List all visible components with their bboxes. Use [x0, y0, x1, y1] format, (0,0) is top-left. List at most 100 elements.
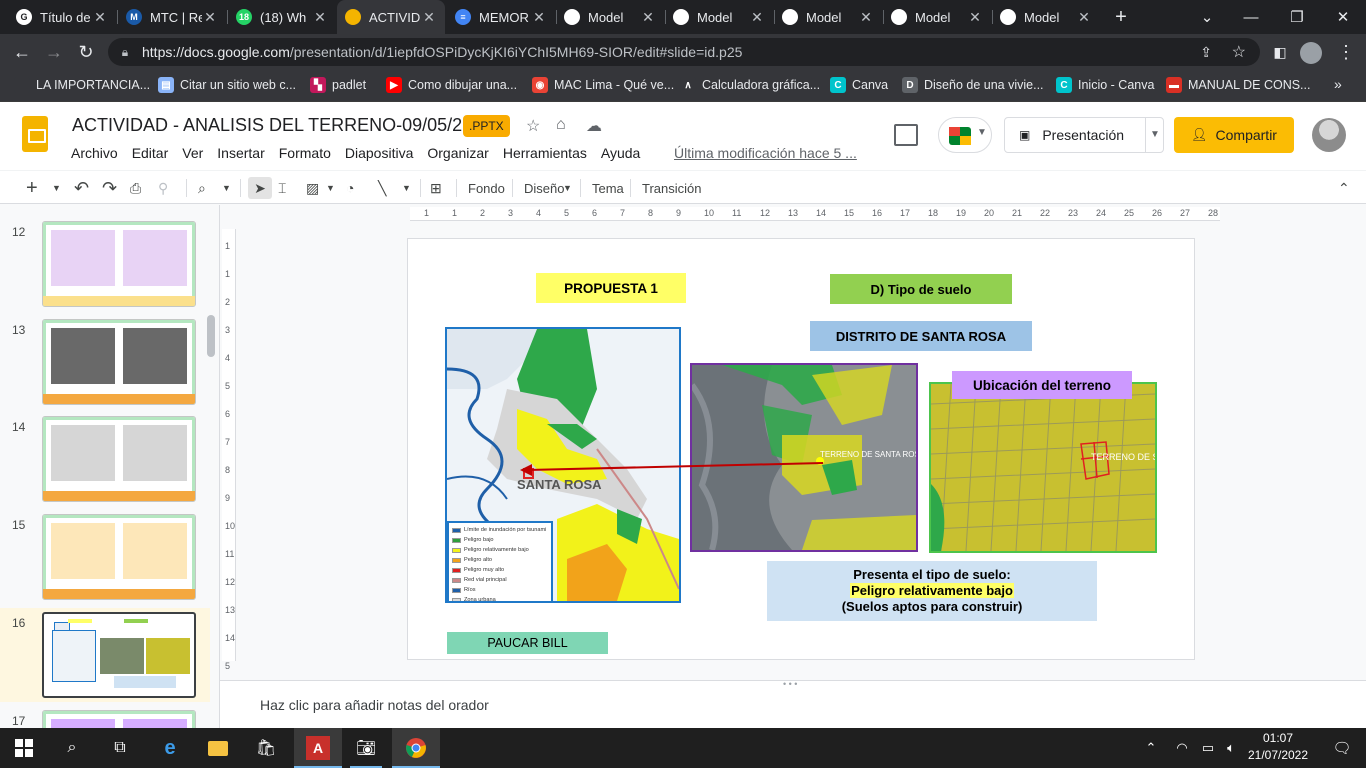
transition-button[interactable]: Transición	[642, 177, 701, 199]
background-button[interactable]: Fondo	[468, 177, 505, 199]
text-box-icon[interactable]: ⌶	[278, 177, 286, 199]
new-tab-button[interactable]: +	[1108, 4, 1134, 30]
slide-thumbnail[interactable]	[42, 416, 196, 502]
bookmark-item[interactable]: ∧ Calculadora gráfica...	[680, 70, 820, 100]
slide-thumbnail-row[interactable]: 12	[0, 217, 210, 311]
menu-item[interactable]: Organizar	[420, 142, 495, 164]
network-icon[interactable]: ◠	[1170, 728, 1194, 768]
theme-button[interactable]: Tema	[592, 177, 624, 199]
slide-thumbnail[interactable]	[42, 612, 196, 698]
move-icon[interactable]: ⌂	[556, 116, 566, 134]
menu-item[interactable]: Insertar	[210, 142, 271, 164]
present-button[interactable]: ▣ Presentación ▼	[1004, 117, 1164, 153]
tray-chevron-icon[interactable]: ⌃	[1136, 728, 1166, 768]
filmstrip-scrollbar[interactable]	[207, 315, 215, 357]
browser-tab[interactable]: Model ✕	[774, 0, 882, 34]
taskbar-clock[interactable]: 01:07 21/07/2022	[1240, 730, 1316, 766]
forward-icon[interactable]: →	[42, 40, 66, 64]
bookmark-item[interactable]: ◉ MAC Lima - Qué ve...	[532, 70, 674, 100]
share-button[interactable]: 👤︎ Compartir	[1174, 117, 1294, 153]
tab-close-icon[interactable]: ✕	[202, 9, 218, 26]
line-dropdown-icon[interactable]: ▼	[402, 177, 411, 199]
bookmark-item[interactable]: C Inicio - Canva	[1056, 70, 1154, 100]
propuesta-label[interactable]: PROPUESTA 1	[536, 273, 686, 303]
tab-close-icon[interactable]: ✕	[92, 9, 108, 26]
maximize-button[interactable]: ❐	[1274, 0, 1320, 34]
new-slide-dropdown-icon[interactable]: ▼	[52, 177, 61, 199]
menu-item[interactable]: Ayuda	[594, 142, 647, 164]
autocad-icon[interactable]: A	[294, 728, 342, 768]
browser-tab[interactable]: ≡ MEMOR ✕	[447, 0, 555, 34]
browser-tab[interactable]: G Título de ✕	[8, 0, 116, 34]
star-icon[interactable]: ☆	[526, 116, 540, 136]
browser-tab[interactable]: Model ✕	[665, 0, 773, 34]
cloud-status-icon[interactable]: ☁	[586, 116, 602, 136]
zoom-icon[interactable]: ⌕	[198, 177, 206, 199]
zoom-dropdown-icon[interactable]: ▼	[222, 177, 231, 199]
layout-dropdown-icon[interactable]: ▼	[563, 177, 572, 199]
bookmark-item[interactable]: C Canva	[830, 70, 888, 100]
slide-thumbnail-row[interactable]: 13	[0, 315, 210, 409]
shape-icon[interactable]: ◔	[346, 177, 354, 199]
slide-thumbnail-row[interactable]: 15	[0, 510, 210, 604]
bookmark-item[interactable]: ▶ Como dibujar una...	[386, 70, 517, 100]
document-title[interactable]: ACTIVIDAD - ANALISIS DEL TERRENO-09/05/2…	[72, 115, 472, 136]
tab-close-icon[interactable]: ✕	[531, 9, 547, 26]
ubicacion-image[interactable]: TERRENO DE S	[929, 382, 1157, 553]
tab-close-icon[interactable]: ✕	[312, 9, 328, 26]
tab-close-icon[interactable]: ✕	[640, 9, 656, 26]
browser-tab[interactable]: Model ✕	[992, 0, 1100, 34]
bookmark-item[interactable]: ▬ MANUAL DE CONS...	[1166, 70, 1310, 100]
paint-format-icon[interactable]: ⚲	[158, 177, 168, 199]
tab-close-icon[interactable]: ✕	[858, 9, 874, 26]
collapse-toolbar-icon[interactable]: ⌃	[1338, 177, 1350, 199]
bookmarks-overflow-icon[interactable]: »	[1334, 76, 1342, 92]
line-icon[interactable]: ╲	[378, 177, 386, 199]
speaker-notes[interactable]: • • • Haz clic para añadir notas del ora…	[220, 679, 1366, 728]
insert-comment-icon[interactable]: ⊞	[430, 177, 442, 199]
tab-close-icon[interactable]: ✕	[749, 9, 765, 26]
store-icon[interactable]: 🛍︎	[242, 728, 290, 768]
browser-tab[interactable]: Model ✕	[883, 0, 991, 34]
browser-tab[interactable]: M MTC | Re ✕	[118, 0, 226, 34]
browser-tab[interactable]: ACTIVID ✕	[337, 0, 445, 34]
browser-menu-icon[interactable]: ⋮	[1334, 40, 1358, 64]
undo-icon[interactable]: ↶	[74, 177, 89, 199]
new-slide-icon[interactable]: +	[26, 177, 38, 199]
slide-thumbnail-row[interactable]: 17	[0, 706, 210, 728]
notifications-icon[interactable]: 🗨︎	[1318, 728, 1366, 768]
tab-close-icon[interactable]: ✕	[1076, 9, 1092, 26]
chrome-icon[interactable]	[392, 728, 440, 768]
slides-logo-icon[interactable]	[22, 116, 48, 152]
browser-tab[interactable]: Model ✕	[556, 0, 664, 34]
redo-icon[interactable]: ↷	[102, 177, 117, 199]
windows-start-icon[interactable]	[0, 728, 48, 768]
slide-thumbnail-row[interactable]: 16	[0, 608, 210, 702]
reload-icon[interactable]: ↻	[74, 40, 98, 64]
author-label[interactable]: PAUCAR BILL	[447, 632, 608, 654]
image-icon[interactable]: ▨	[306, 177, 319, 199]
layout-button[interactable]: Diseño	[524, 177, 564, 199]
menu-item[interactable]: Herramientas	[496, 142, 594, 164]
menu-item[interactable]: Formato	[272, 142, 338, 164]
search-icon[interactable]: ⌕	[48, 728, 96, 768]
account-avatar[interactable]	[1312, 118, 1346, 152]
slide-16[interactable]: PROPUESTA 1 D) Tipo de suelo DISTRITO DE…	[407, 238, 1195, 660]
side-panel-icon[interactable]: ◧	[1268, 40, 1292, 64]
menu-item[interactable]: Diapositiva	[338, 142, 420, 164]
camera-icon[interactable]: 📷︎	[342, 728, 390, 768]
distrito-label[interactable]: DISTRITO DE SANTA ROSA	[810, 321, 1032, 351]
share-page-icon[interactable]: ⇪	[1200, 44, 1212, 61]
comment-history-icon[interactable]	[894, 124, 918, 146]
bookmark-item[interactable]: ▚ padlet	[310, 70, 366, 100]
slide-thumbnail[interactable]	[42, 514, 196, 600]
tipo-suelo-label[interactable]: D) Tipo de suelo	[830, 274, 1012, 304]
back-icon[interactable]: ←	[10, 40, 34, 64]
bookmark-item[interactable]: ▤ Citar un sitio web c...	[158, 70, 296, 100]
address-bar[interactable]: 🔒︎ https://docs.google.com/presentation/…	[108, 38, 1260, 66]
select-tool-icon[interactable]: ➤	[248, 177, 272, 199]
browser-tab[interactable]: 18 (18) Wh ✕	[228, 0, 336, 34]
close-window-button[interactable]: ✕	[1320, 0, 1366, 34]
bookmark-star-icon[interactable]: ☆	[1232, 42, 1246, 62]
result-box[interactable]: Presenta el tipo de suelo: Peligro relat…	[767, 561, 1097, 621]
